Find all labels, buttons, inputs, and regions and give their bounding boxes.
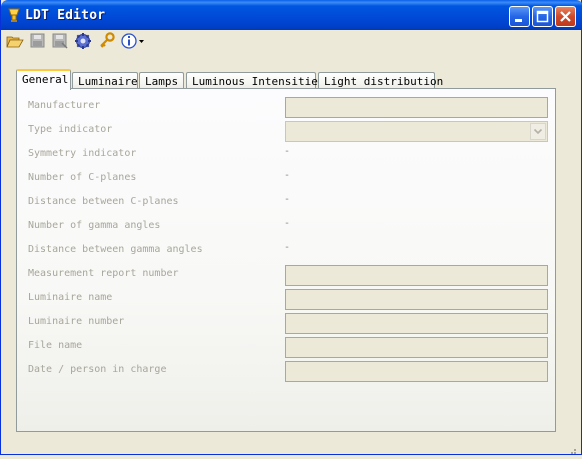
minimize-button[interactable]	[509, 6, 530, 27]
settings-gear-icon	[75, 33, 91, 49]
measurement-report-label: Measurement report number	[28, 268, 179, 279]
save-as-button[interactable]	[51, 32, 69, 50]
chevron-down-icon	[533, 128, 543, 135]
luminaire-number-label: Luminaire number	[28, 316, 125, 327]
number-gamma-angles-value: -	[284, 218, 291, 229]
luminaire-number-field[interactable]	[285, 313, 548, 334]
distance-c-planes-value: -	[284, 194, 291, 205]
close-icon	[560, 11, 571, 22]
symmetry-indicator-value: -	[284, 146, 291, 157]
distance-gamma-angles-label: Distance between gamma angles	[28, 244, 203, 255]
tab-luminous-intensities-label: Luminous Intensities	[192, 75, 325, 88]
open-button[interactable]	[6, 32, 24, 50]
title-bar[interactable]: LDT Editor	[1, 0, 582, 30]
tab-general[interactable]: General	[16, 69, 71, 90]
tab-lamps[interactable]: Lamps	[139, 72, 184, 89]
manufacturer-field[interactable]	[285, 97, 548, 118]
date-person-label: Date / person in charge	[28, 364, 167, 375]
luminaire-name-label: Luminaire name	[28, 292, 113, 303]
key-button[interactable]	[98, 32, 116, 50]
date-person-field[interactable]	[285, 361, 548, 382]
maximize-icon	[536, 10, 549, 23]
number-c-planes-value: -	[284, 170, 291, 181]
maximize-button[interactable]	[532, 6, 553, 27]
distance-c-planes-label: Distance between C-planes	[28, 196, 179, 207]
settings-button[interactable]	[74, 32, 92, 50]
info-dropdown-button[interactable]	[121, 32, 147, 50]
tab-general-label: General	[22, 73, 69, 86]
number-c-planes-label: Number of C-planes	[28, 172, 137, 183]
tab-light-distribution-label: Light distribution	[324, 75, 444, 88]
luminaire-name-field[interactable]	[285, 289, 548, 310]
tab-luminaire[interactable]: Luminaire	[72, 72, 138, 89]
type-indicator-label: Type indicator	[28, 124, 113, 135]
tab-light-distribution[interactable]: Light distribution	[318, 72, 443, 89]
type-indicator-select[interactable]	[285, 121, 548, 142]
info-icon	[121, 33, 144, 49]
measurement-report-field[interactable]	[285, 265, 548, 286]
save-icon	[30, 33, 45, 48]
symmetry-indicator-label: Symmetry indicator	[28, 148, 137, 159]
toolbar	[2, 30, 580, 52]
ldt-editor-window: LDT Editor General Luminaire Lamps Lumin…	[0, 0, 582, 455]
save-button[interactable]	[29, 32, 47, 50]
minimize-icon	[515, 19, 522, 22]
resize-grip-icon	[571, 449, 576, 454]
window-title: LDT Editor	[25, 8, 106, 23]
number-gamma-angles-label: Number of gamma angles	[28, 220, 161, 231]
manufacturer-label: Manufacturer	[28, 100, 101, 111]
tab-luminaire-label: Luminaire	[78, 75, 138, 88]
close-button[interactable]	[555, 6, 576, 27]
tab-luminous-intensities[interactable]: Luminous Intensities	[186, 72, 324, 89]
type-indicator-dropdown-button[interactable]	[530, 123, 546, 140]
resize-grip[interactable]	[567, 440, 577, 454]
distance-gamma-angles-value: -	[284, 242, 291, 253]
file-name-field[interactable]	[285, 337, 548, 358]
open-icon	[6, 36, 24, 48]
general-tab-panel: Manufacturer Type indicator Symmetry ind…	[16, 88, 556, 432]
lamp-app-icon	[7, 8, 21, 24]
file-name-label: File name	[28, 340, 83, 351]
tab-lamps-label: Lamps	[145, 75, 179, 88]
save-as-icon	[52, 33, 68, 49]
key-icon	[100, 32, 115, 48]
